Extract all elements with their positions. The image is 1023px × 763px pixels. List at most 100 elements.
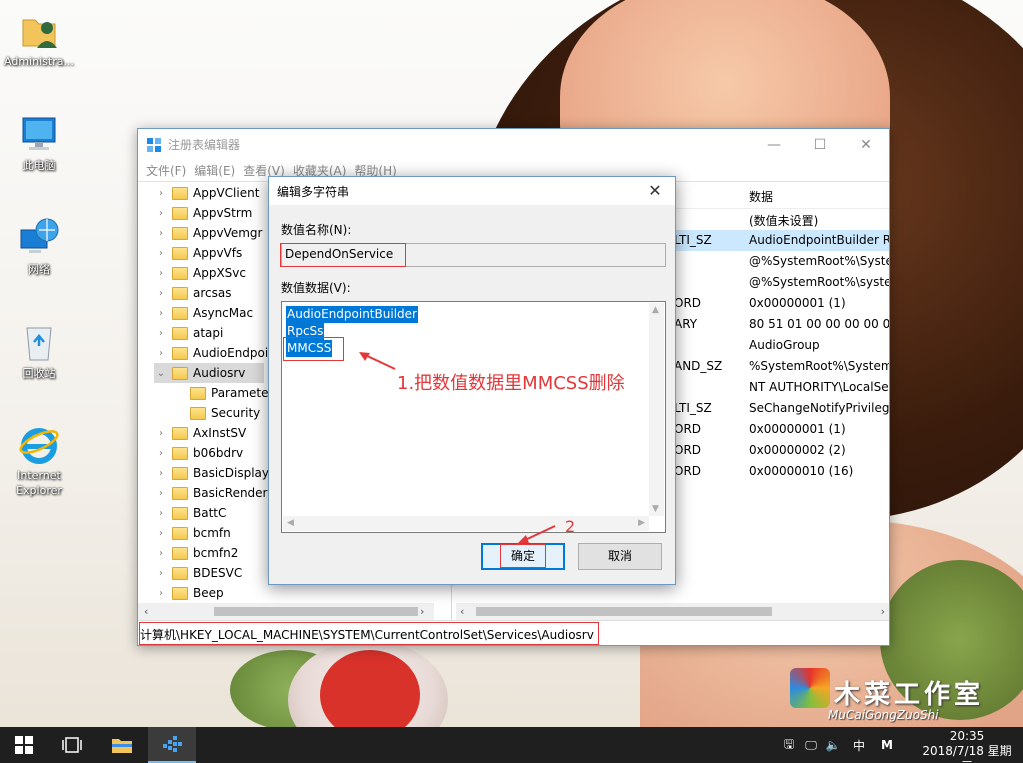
tree-item-label: AppVClient xyxy=(193,186,260,200)
list-horizontal-scrollbar[interactable]: ‹ › xyxy=(456,603,889,620)
dialog-titlebar[interactable]: 编辑多字符串 xyxy=(269,177,675,205)
file-explorer-icon xyxy=(112,739,132,753)
expanded-chevron-icon[interactable]: ⌄ xyxy=(154,368,168,379)
expand-chevron-icon[interactable]: › xyxy=(154,248,168,259)
desktop-icon-recycle-bin[interactable]: 回收站 xyxy=(1,320,77,381)
taskbar-clock[interactable]: 20:35 2018/7/18 星期三 xyxy=(917,729,1017,763)
expand-chevron-icon[interactable]: › xyxy=(154,288,168,299)
scroll-down-icon[interactable]: ▼ xyxy=(652,504,659,514)
tree-item[interactable]: › arcsas xyxy=(154,283,231,303)
tree-item[interactable]: › atapi xyxy=(154,323,223,343)
ime-indicator[interactable]: 中 xyxy=(846,727,872,763)
tray-usb[interactable]: 🖫 xyxy=(778,727,800,763)
tree-item[interactable]: › BasicRender xyxy=(154,483,268,503)
value-data: AudioGroup xyxy=(749,338,820,352)
windows-logo-icon xyxy=(15,736,33,754)
column-header-data[interactable]: 数据 xyxy=(749,188,773,205)
dialog-close-button[interactable]: ✕ xyxy=(643,180,667,202)
expand-chevron-icon[interactable]: › xyxy=(154,508,168,519)
tree-item-label: AppvVfs xyxy=(193,246,243,260)
scroll-right-icon[interactable]: ▶ xyxy=(638,518,645,528)
folder-icon xyxy=(172,246,188,260)
expand-chevron-icon[interactable]: › xyxy=(154,308,168,319)
expand-chevron-icon[interactable]: › xyxy=(154,568,168,579)
ime-mode-indicator[interactable]: M xyxy=(876,727,898,763)
tray-volume[interactable]: 🔈 xyxy=(822,727,844,763)
desktop-icon-network[interactable]: 网络 xyxy=(1,216,77,277)
tree-item[interactable]: › AppvStrm xyxy=(154,203,252,223)
textarea-vertical-scrollbar[interactable]: ▲ ▼ xyxy=(649,303,664,516)
expand-chevron-icon[interactable]: › xyxy=(154,188,168,199)
tree-item[interactable]: › BattC xyxy=(154,503,226,523)
folder-icon xyxy=(172,486,188,500)
tree-item[interactable]: › bcmfn xyxy=(154,523,231,543)
textarea-horizontal-scrollbar[interactable]: ◀ ▶ xyxy=(283,516,649,531)
tray-network[interactable]: 🖵 xyxy=(800,727,822,763)
annotation-arrow-2 xyxy=(517,525,556,544)
tree-item[interactable]: › AppVClient xyxy=(154,183,259,203)
scroll-left-icon[interactable]: ‹ xyxy=(460,605,464,618)
expand-chevron-icon[interactable]: › xyxy=(154,588,168,599)
tree-item[interactable]: › AsyncMac xyxy=(154,303,253,323)
expand-chevron-icon[interactable]: › xyxy=(154,448,168,459)
menu-file[interactable]: 文件(F) xyxy=(146,162,186,179)
expand-chevron-icon[interactable]: › xyxy=(154,228,168,239)
tree-item[interactable]: ⌄ Audiosrv xyxy=(154,363,264,383)
expand-chevron-icon[interactable]: › xyxy=(154,268,168,279)
taskbar-registry-editor[interactable] xyxy=(148,727,196,763)
expand-chevron-icon[interactable]: › xyxy=(154,468,168,479)
scroll-up-icon[interactable]: ▲ xyxy=(652,305,659,315)
tree-item[interactable]: › AppvVemgr xyxy=(154,223,262,243)
start-button[interactable] xyxy=(0,727,48,763)
expand-chevron-icon[interactable]: › xyxy=(154,348,168,359)
taskbar-file-explorer[interactable] xyxy=(98,727,146,763)
network-icon xyxy=(17,216,61,260)
scroll-right-icon[interactable]: › xyxy=(420,605,424,618)
tree-item[interactable]: › b06bdrv xyxy=(154,443,243,463)
tree-item-label: AsyncMac xyxy=(193,306,254,320)
menu-edit[interactable]: 编辑(E) xyxy=(194,162,235,179)
expand-chevron-icon[interactable]: › xyxy=(154,548,168,559)
folder-icon xyxy=(172,346,188,360)
tree-item[interactable]: Security xyxy=(172,403,260,423)
tree-item[interactable]: › BDESVC xyxy=(154,563,242,583)
tree-item[interactable]: › bcmfn2 xyxy=(154,543,238,563)
maximize-button[interactable]: ☐ xyxy=(797,129,843,160)
expand-chevron-icon[interactable]: › xyxy=(154,488,168,499)
desktop-icon-internet-explorer[interactable]: Internet Explorer xyxy=(1,422,77,498)
value-data-textarea[interactable]: AudioEndpointBuilder RpcSs MMCSS ▲ ▼ ◀ ▶ xyxy=(281,301,666,533)
list-scroll-thumb[interactable] xyxy=(476,607,772,616)
desktop-icon-this-pc[interactable]: 此电脑 xyxy=(1,112,77,173)
expand-chevron-icon[interactable]: › xyxy=(154,328,168,339)
scroll-left-icon[interactable]: ‹ xyxy=(144,605,148,618)
cancel-button[interactable]: 取消 xyxy=(578,543,662,570)
tree-scroll-thumb[interactable] xyxy=(214,607,418,616)
taskbar: 🖫 🖵 🔈 中 M 20:35 2018/7/18 星期三 xyxy=(0,727,1023,763)
volume-icon: 🔈 xyxy=(825,738,841,752)
tree-item[interactable]: › AxInstSV xyxy=(154,423,246,443)
expand-chevron-icon[interactable]: › xyxy=(154,428,168,439)
value-type: ARY xyxy=(674,317,698,331)
value-data: (数值未设置) xyxy=(749,214,819,228)
tree-item[interactable]: › Beep xyxy=(154,583,224,603)
scroll-right-icon[interactable]: › xyxy=(881,605,885,618)
tree-item[interactable]: › AppXSvc xyxy=(154,263,246,283)
tree-item-label: atapi xyxy=(193,326,224,340)
annotation-arrow-1 xyxy=(359,352,396,370)
minimize-button[interactable]: — xyxy=(751,129,797,160)
close-window-button[interactable]: ✕ xyxy=(843,129,889,160)
regedit-titlebar[interactable]: 注册表编辑器 — ☐ ✕ xyxy=(138,129,889,160)
desktop-icon-user-folder[interactable]: Administra... xyxy=(1,8,77,69)
value-data: 0x00000002 (2) xyxy=(749,443,846,457)
tree-item[interactable]: › BasicDisplay xyxy=(154,463,269,483)
expand-chevron-icon[interactable]: › xyxy=(154,208,168,219)
regedit-title: 注册表编辑器 xyxy=(168,138,241,152)
scroll-left-icon[interactable]: ◀ xyxy=(287,518,294,528)
tree-item[interactable]: › AppvVfs xyxy=(154,243,242,263)
tree-item[interactable]: Paramete xyxy=(172,383,269,403)
tree-horizontal-scrollbar[interactable]: ‹ › xyxy=(138,603,434,620)
tree-item[interactable]: › AudioEndpoi xyxy=(154,343,268,363)
expand-chevron-icon[interactable]: › xyxy=(154,528,168,539)
value-type: ORD xyxy=(674,296,702,310)
task-view-button[interactable] xyxy=(48,727,96,763)
